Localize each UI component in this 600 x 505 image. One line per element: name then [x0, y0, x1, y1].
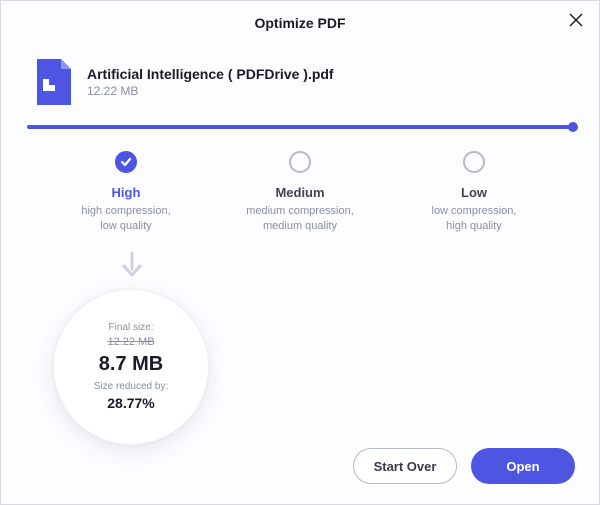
file-name: Artificial Intelligence ( PDFDrive ).pdf: [87, 66, 334, 82]
reduced-label: Size reduced by:: [94, 381, 169, 392]
option-medium-desc: medium compression, medium quality: [246, 204, 354, 234]
arrow-down-icon: [121, 252, 599, 283]
file-info-row: Artificial Intelligence ( PDFDrive ).pdf…: [1, 41, 599, 125]
original-size: 12.22 MB: [107, 336, 154, 348]
result-circle: Final size: 12.22 MB 8.7 MB Size reduced…: [53, 289, 209, 445]
option-high-label: High: [112, 185, 141, 200]
check-icon: [120, 156, 132, 168]
optimize-pdf-dialog: Optimize PDF Artificial Intelligence ( P…: [0, 0, 600, 505]
close-icon: [569, 13, 583, 27]
option-high-desc: high compression, low quality: [81, 204, 170, 234]
option-low-desc: low compression, high quality: [432, 204, 517, 234]
footer-buttons: Start Over Open: [353, 448, 575, 484]
open-label: Open: [506, 459, 539, 474]
option-medium-label: Medium: [275, 185, 324, 200]
option-high[interactable]: High high compression, low quality: [51, 151, 201, 234]
titlebar: Optimize PDF: [1, 1, 599, 41]
progress-knob: [568, 122, 578, 132]
option-low[interactable]: Low low compression, high quality: [399, 151, 549, 234]
compression-options: High high compression, low quality Mediu…: [1, 129, 599, 234]
start-over-button[interactable]: Start Over: [353, 448, 457, 484]
radio-low: [463, 151, 485, 173]
radio-high: [115, 151, 137, 173]
open-button[interactable]: Open: [471, 448, 575, 484]
reduced-percent: 28.77%: [107, 395, 154, 411]
option-low-label: Low: [461, 185, 487, 200]
file-size: 12.22 MB: [87, 84, 334, 98]
progress-bar: [27, 125, 573, 129]
file-meta: Artificial Intelligence ( PDFDrive ).pdf…: [87, 66, 334, 98]
option-medium[interactable]: Medium medium compression, medium qualit…: [225, 151, 375, 234]
pdf-file-icon: [33, 59, 71, 105]
start-over-label: Start Over: [374, 459, 437, 474]
dialog-title: Optimize PDF: [254, 15, 345, 31]
radio-medium: [289, 151, 311, 173]
final-size-label: Final size:: [108, 322, 153, 333]
final-size: 8.7 MB: [99, 353, 163, 376]
close-button[interactable]: [567, 13, 585, 31]
